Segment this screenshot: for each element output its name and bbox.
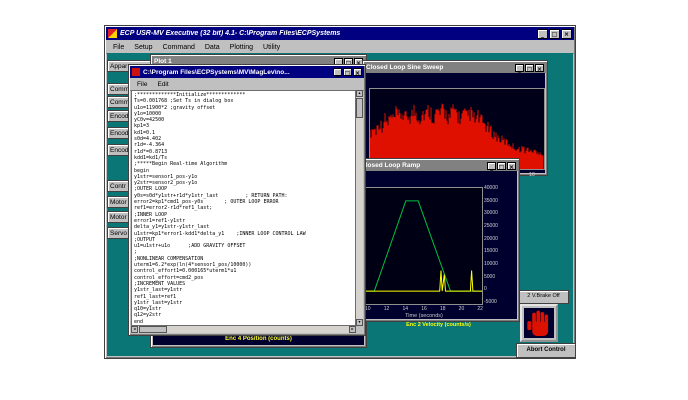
scroll-down-icon[interactable]: ▼ [356, 319, 363, 326]
maximize-icon[interactable]: □ [525, 63, 534, 73]
editor-vertical-scrollbar[interactable]: ▲ ▼ [356, 90, 363, 326]
menu-item[interactable]: Plotting [225, 44, 258, 51]
menu-item[interactable]: File [108, 44, 129, 51]
minimize-icon[interactable]: _ [487, 161, 496, 171]
menu-item[interactable]: Edit [152, 81, 173, 88]
scrollbar-corner [356, 326, 363, 333]
scroll-up-icon[interactable]: ▲ [356, 90, 363, 97]
ramp-title-bar[interactable]: Closed Loop Ramp _ □ × [359, 160, 518, 171]
editor-window-title: C:\Program Files\ECPSystems\MV\MagLev\no… [143, 68, 290, 76]
scroll-right-icon[interactable]: ► [349, 326, 356, 333]
x-tick-label: 20 [458, 306, 465, 312]
x-tick-label: 16 [421, 306, 427, 312]
ramp-y-axis-labels: 40000 35000 30000 25000 20000 15000 10000 5000 0… [484, 185, 498, 305]
sweep-window-controls: _ □ × [515, 63, 544, 73]
y-tick-label: 25000 [484, 222, 498, 229]
editor-text-area[interactable]: ;*************Initialize************* Ts… [131, 90, 356, 326]
close-icon[interactable]: × [507, 161, 516, 171]
main-window-title: ECP USR-MV Executive (32 bit) 4.1- C:\Pr… [120, 30, 341, 37]
desktop: ECP USR-MV Executive (32 bit) 4.1- C:\Pr… [0, 0, 688, 400]
y-tick-label: 10000 [484, 260, 498, 267]
sweep-x-tick: 10 [528, 172, 535, 178]
editor-window: C:\Program Files\ECPSystems\MV\MagLev\no… [128, 64, 366, 336]
ramp-plot-svg [365, 187, 483, 305]
editor-icon [132, 68, 140, 76]
minimize-icon[interactable]: _ [537, 28, 548, 39]
abort-control-button[interactable]: Abort Control [516, 343, 576, 358]
ramp-window: Closed Loop Ramp _ □ × 40000 35000 30000 25… [357, 158, 520, 328]
maximize-icon[interactable]: □ [549, 28, 560, 39]
ramp-xlabel: Time (seconds) [405, 313, 443, 319]
minimize-icon[interactable]: _ [333, 68, 342, 77]
maximize-icon[interactable]: □ [497, 161, 506, 171]
close-icon[interactable]: × [561, 28, 572, 39]
y-tick-label: -5000 [484, 298, 497, 305]
editor-code[interactable]: ;*************Initialize************* Ts… [132, 91, 355, 325]
editor-window-controls: _ □ × [333, 68, 362, 77]
y-tick-label: 20000 [484, 235, 498, 242]
brake-off-button[interactable]: 2 V.Brake Off [518, 290, 569, 304]
plot1-xlabel: Enc 4 Position (counts) [225, 336, 292, 342]
ramp-window-title: Closed Loop Ramp [361, 162, 421, 169]
close-icon[interactable]: × [535, 63, 544, 73]
x-tick-label: 14 [402, 306, 409, 312]
abort-hand-panel[interactable] [520, 304, 558, 342]
x-tick-label: 12 [383, 306, 390, 312]
app-icon [108, 29, 117, 38]
menu-item[interactable]: File [132, 81, 152, 88]
close-icon[interactable]: × [353, 68, 362, 77]
y-tick-label: 40000 [484, 185, 498, 191]
y-tick-label: 15000 [484, 248, 498, 255]
y-tick-label: 30000 [484, 210, 498, 217]
menu-item[interactable]: Data [200, 44, 225, 51]
y-tick-label: 35000 [484, 197, 498, 204]
ramp-series-label: Enc 2 Velocity (counts/s) [406, 322, 471, 328]
vertical-scroll-thumb[interactable] [356, 98, 363, 118]
abort-hand-background [524, 308, 554, 338]
sweep-title-bar[interactable]: Closed Loop Sine Sweep _ □ × [364, 62, 546, 73]
editor-horizontal-scrollbar[interactable]: ◄ ► [131, 326, 356, 333]
stop-hand-icon [527, 310, 549, 336]
main-title-bar[interactable]: ECP USR-MV Executive (32 bit) 4.1- C:\Pr… [106, 27, 574, 40]
horizontal-scroll-thumb[interactable] [139, 326, 167, 333]
ramp-x-axis-labels: 10 12 14 16 18 20 22 [365, 306, 483, 312]
sweep-window-title: Closed Loop Sine Sweep [366, 64, 444, 71]
menu-item[interactable]: Setup [129, 44, 157, 51]
editor-title-bar[interactable]: C:\Program Files\ECPSystems\MV\MagLev\no… [130, 66, 364, 78]
maximize-icon[interactable]: □ [343, 68, 352, 77]
main-window-controls: _ □ × [537, 28, 572, 39]
menu-item[interactable]: Command [158, 44, 200, 51]
menu-item[interactable]: Utility [258, 44, 285, 51]
x-tick-label: 18 [439, 306, 446, 312]
minimize-icon[interactable]: _ [515, 63, 524, 73]
scroll-left-icon[interactable]: ◄ [131, 326, 138, 333]
y-tick-label: 5000 [484, 273, 496, 280]
ramp-window-controls: _ □ × [487, 161, 516, 171]
ramp-body: 40000 35000 30000 25000 20000 15000 10000 5000 0… [360, 171, 517, 328]
y-tick-label: 0 [484, 286, 487, 293]
x-tick-label: 22 [477, 306, 483, 312]
